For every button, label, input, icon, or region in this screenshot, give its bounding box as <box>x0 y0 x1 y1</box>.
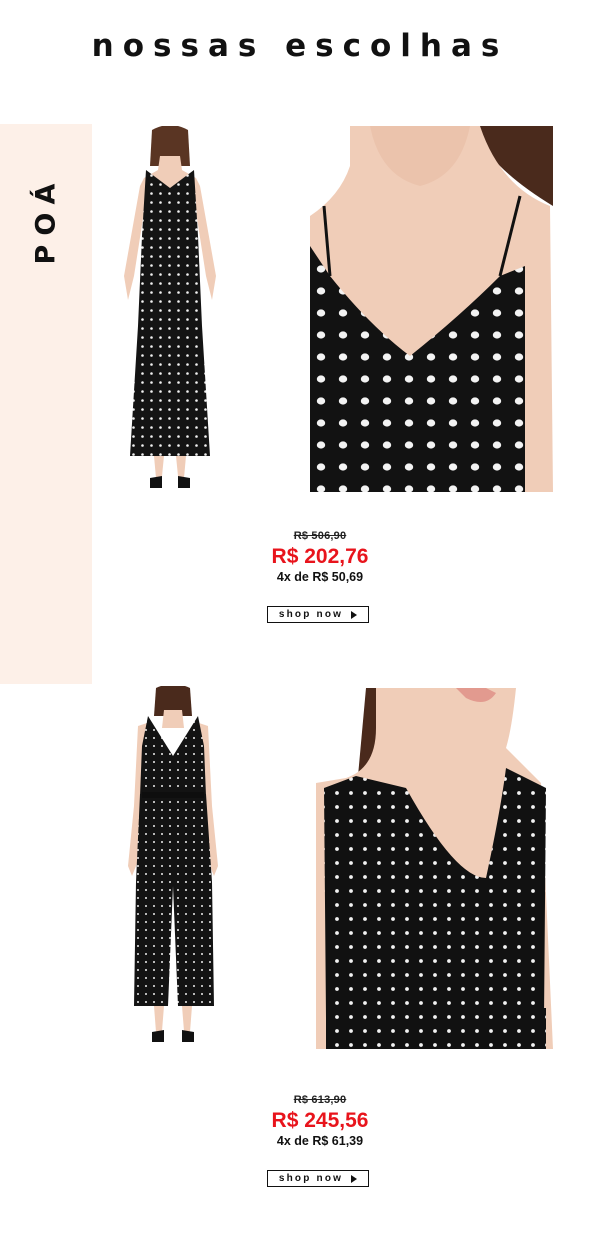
product-2-full-photo[interactable] <box>118 686 228 1050</box>
product-1-detail-photo[interactable] <box>310 126 553 492</box>
product-2-price-block: R$ 613,90 R$ 245,56 4x de R$ 61,39 <box>200 1094 440 1148</box>
section-label-text: POÁ <box>30 174 62 264</box>
product-1-price: R$ 202,76 <box>271 545 369 568</box>
page-title: nossas escolhas <box>91 28 509 64</box>
product-2-price: R$ 245,56 <box>271 1109 369 1132</box>
product-2-installments: 4x de R$ 61,39 <box>276 1134 364 1148</box>
product-1-shop-now-button[interactable]: shop now <box>267 606 369 623</box>
product-1-old-price: R$ 506,90 <box>293 530 347 542</box>
product-2-old-price: R$ 613,90 <box>293 1094 347 1106</box>
play-arrow-icon <box>351 1174 358 1183</box>
product-1-price-block: R$ 506,90 R$ 202,76 4x de R$ 50,69 <box>200 530 440 584</box>
product-1-installments: 4x de R$ 50,69 <box>276 570 364 584</box>
play-arrow-icon <box>351 610 358 619</box>
shop-now-label: shop now <box>278 1173 344 1184</box>
shop-now-label: shop now <box>278 609 344 620</box>
product-2-shop-now-button[interactable]: shop now <box>267 1170 369 1187</box>
product-2-detail-photo[interactable] <box>316 688 553 1049</box>
product-1-full-photo[interactable] <box>120 126 220 492</box>
section-label: POÁ <box>22 174 70 264</box>
